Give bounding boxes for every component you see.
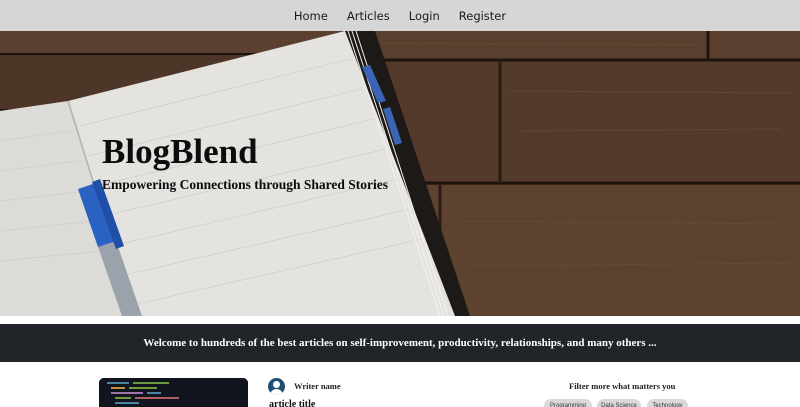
hero-title: BlogBlend (102, 132, 258, 171)
hero-background-image (0, 31, 800, 316)
tag-technology[interactable]: Technology (647, 399, 688, 407)
filter-heading: Filter more what matters you (569, 381, 676, 391)
hero-subtitle: Empowering Connections through Shared St… (102, 177, 389, 192)
writer-name[interactable]: Writer name (294, 381, 341, 391)
hero-section: BlogBlend Empowering Connections through… (0, 31, 800, 316)
welcome-banner: Welcome to hundreds of the best articles… (0, 324, 800, 362)
writer-avatar-icon (268, 378, 285, 395)
nav-home-link[interactable]: Home (294, 9, 328, 23)
nav-articles-link[interactable]: Articles (347, 9, 390, 23)
article-title[interactable]: article title (269, 399, 315, 407)
nav-login-link[interactable]: Login (409, 9, 440, 23)
welcome-banner-text: Welcome to hundreds of the best articles… (143, 337, 657, 349)
code-screen-image (99, 378, 248, 407)
article-thumbnail[interactable] (99, 378, 248, 407)
nav-register-link[interactable]: Register (459, 9, 506, 23)
tag-programming[interactable]: Programming (544, 399, 592, 407)
top-nav: Home Articles Login Register (0, 0, 800, 31)
tag-data-science[interactable]: Data Science (597, 399, 641, 407)
